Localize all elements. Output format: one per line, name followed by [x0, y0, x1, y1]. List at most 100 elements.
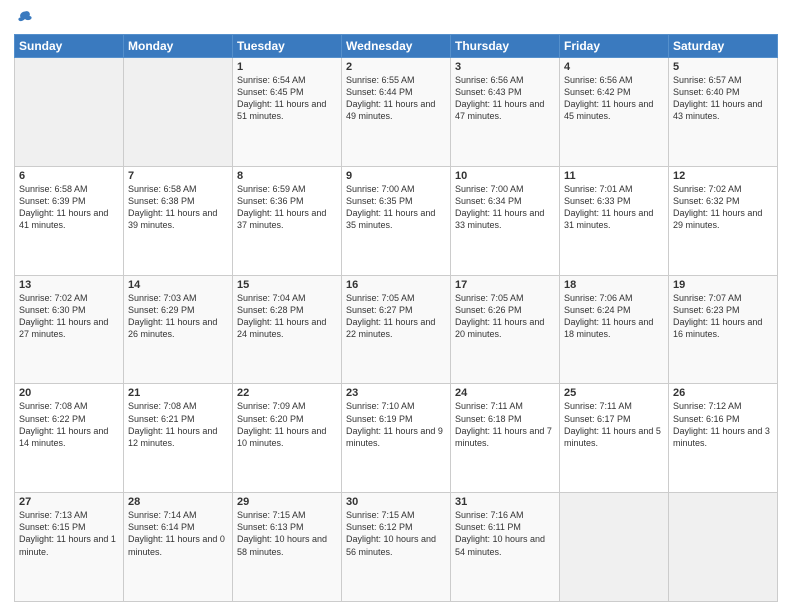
calendar-cell: 3Sunrise: 6:56 AM Sunset: 6:43 PM Daylig… — [451, 58, 560, 167]
day-info: Sunrise: 7:08 AM Sunset: 6:21 PM Dayligh… — [128, 400, 228, 449]
calendar-header-row: SundayMondayTuesdayWednesdayThursdayFrid… — [15, 35, 778, 58]
day-info: Sunrise: 6:58 AM Sunset: 6:39 PM Dayligh… — [19, 183, 119, 232]
day-info: Sunrise: 7:00 AM Sunset: 6:35 PM Dayligh… — [346, 183, 446, 232]
calendar-week-row: 20Sunrise: 7:08 AM Sunset: 6:22 PM Dayli… — [15, 384, 778, 493]
day-info: Sunrise: 7:11 AM Sunset: 6:17 PM Dayligh… — [564, 400, 664, 449]
calendar-cell: 23Sunrise: 7:10 AM Sunset: 6:19 PM Dayli… — [342, 384, 451, 493]
day-info: Sunrise: 6:54 AM Sunset: 6:45 PM Dayligh… — [237, 74, 337, 123]
day-info: Sunrise: 6:55 AM Sunset: 6:44 PM Dayligh… — [346, 74, 446, 123]
day-number: 1 — [237, 61, 337, 73]
calendar-cell: 8Sunrise: 6:59 AM Sunset: 6:36 PM Daylig… — [233, 166, 342, 275]
calendar: SundayMondayTuesdayWednesdayThursdayFrid… — [14, 34, 778, 602]
calendar-cell — [124, 58, 233, 167]
day-info: Sunrise: 7:11 AM Sunset: 6:18 PM Dayligh… — [455, 400, 555, 449]
calendar-week-row: 1Sunrise: 6:54 AM Sunset: 6:45 PM Daylig… — [15, 58, 778, 167]
day-info: Sunrise: 7:10 AM Sunset: 6:19 PM Dayligh… — [346, 400, 446, 449]
page: SundayMondayTuesdayWednesdayThursdayFrid… — [0, 0, 792, 612]
calendar-cell: 7Sunrise: 6:58 AM Sunset: 6:38 PM Daylig… — [124, 166, 233, 275]
calendar-cell: 29Sunrise: 7:15 AM Sunset: 6:13 PM Dayli… — [233, 493, 342, 602]
calendar-week-row: 6Sunrise: 6:58 AM Sunset: 6:39 PM Daylig… — [15, 166, 778, 275]
calendar-header-wednesday: Wednesday — [342, 35, 451, 58]
day-number: 10 — [455, 170, 555, 182]
day-number: 20 — [19, 387, 119, 399]
calendar-cell: 30Sunrise: 7:15 AM Sunset: 6:12 PM Dayli… — [342, 493, 451, 602]
calendar-cell: 18Sunrise: 7:06 AM Sunset: 6:24 PM Dayli… — [560, 275, 669, 384]
day-number: 7 — [128, 170, 228, 182]
day-info: Sunrise: 7:05 AM Sunset: 6:27 PM Dayligh… — [346, 292, 446, 341]
day-number: 27 — [19, 496, 119, 508]
day-info: Sunrise: 7:13 AM Sunset: 6:15 PM Dayligh… — [19, 509, 119, 558]
day-number: 19 — [673, 279, 773, 291]
calendar-cell: 22Sunrise: 7:09 AM Sunset: 6:20 PM Dayli… — [233, 384, 342, 493]
day-info: Sunrise: 7:12 AM Sunset: 6:16 PM Dayligh… — [673, 400, 773, 449]
day-info: Sunrise: 6:59 AM Sunset: 6:36 PM Dayligh… — [237, 183, 337, 232]
calendar-header-tuesday: Tuesday — [233, 35, 342, 58]
calendar-cell: 5Sunrise: 6:57 AM Sunset: 6:40 PM Daylig… — [669, 58, 778, 167]
day-number: 25 — [564, 387, 664, 399]
day-info: Sunrise: 6:58 AM Sunset: 6:38 PM Dayligh… — [128, 183, 228, 232]
day-number: 18 — [564, 279, 664, 291]
day-info: Sunrise: 6:57 AM Sunset: 6:40 PM Dayligh… — [673, 74, 773, 123]
calendar-cell — [560, 493, 669, 602]
day-number: 8 — [237, 170, 337, 182]
calendar-cell: 15Sunrise: 7:04 AM Sunset: 6:28 PM Dayli… — [233, 275, 342, 384]
day-info: Sunrise: 7:15 AM Sunset: 6:12 PM Dayligh… — [346, 509, 446, 558]
calendar-cell: 6Sunrise: 6:58 AM Sunset: 6:39 PM Daylig… — [15, 166, 124, 275]
calendar-cell: 31Sunrise: 7:16 AM Sunset: 6:11 PM Dayli… — [451, 493, 560, 602]
day-info: Sunrise: 7:14 AM Sunset: 6:14 PM Dayligh… — [128, 509, 228, 558]
calendar-cell: 10Sunrise: 7:00 AM Sunset: 6:34 PM Dayli… — [451, 166, 560, 275]
calendar-header-sunday: Sunday — [15, 35, 124, 58]
day-number: 11 — [564, 170, 664, 182]
calendar-cell: 1Sunrise: 6:54 AM Sunset: 6:45 PM Daylig… — [233, 58, 342, 167]
day-number: 26 — [673, 387, 773, 399]
day-number: 9 — [346, 170, 446, 182]
day-info: Sunrise: 7:06 AM Sunset: 6:24 PM Dayligh… — [564, 292, 664, 341]
calendar-cell: 13Sunrise: 7:02 AM Sunset: 6:30 PM Dayli… — [15, 275, 124, 384]
day-info: Sunrise: 6:56 AM Sunset: 6:42 PM Dayligh… — [564, 74, 664, 123]
day-number: 21 — [128, 387, 228, 399]
day-info: Sunrise: 6:56 AM Sunset: 6:43 PM Dayligh… — [455, 74, 555, 123]
day-info: Sunrise: 7:05 AM Sunset: 6:26 PM Dayligh… — [455, 292, 555, 341]
calendar-cell: 17Sunrise: 7:05 AM Sunset: 6:26 PM Dayli… — [451, 275, 560, 384]
calendar-cell — [669, 493, 778, 602]
day-info: Sunrise: 7:01 AM Sunset: 6:33 PM Dayligh… — [564, 183, 664, 232]
calendar-cell: 11Sunrise: 7:01 AM Sunset: 6:33 PM Dayli… — [560, 166, 669, 275]
logo-bird-icon — [16, 10, 34, 28]
calendar-cell: 20Sunrise: 7:08 AM Sunset: 6:22 PM Dayli… — [15, 384, 124, 493]
day-info: Sunrise: 7:16 AM Sunset: 6:11 PM Dayligh… — [455, 509, 555, 558]
calendar-cell: 4Sunrise: 6:56 AM Sunset: 6:42 PM Daylig… — [560, 58, 669, 167]
day-number: 16 — [346, 279, 446, 291]
calendar-week-row: 13Sunrise: 7:02 AM Sunset: 6:30 PM Dayli… — [15, 275, 778, 384]
day-info: Sunrise: 7:02 AM Sunset: 6:30 PM Dayligh… — [19, 292, 119, 341]
day-number: 2 — [346, 61, 446, 73]
calendar-cell: 21Sunrise: 7:08 AM Sunset: 6:21 PM Dayli… — [124, 384, 233, 493]
calendar-cell: 25Sunrise: 7:11 AM Sunset: 6:17 PM Dayli… — [560, 384, 669, 493]
calendar-week-row: 27Sunrise: 7:13 AM Sunset: 6:15 PM Dayli… — [15, 493, 778, 602]
day-number: 28 — [128, 496, 228, 508]
calendar-header-monday: Monday — [124, 35, 233, 58]
calendar-cell: 19Sunrise: 7:07 AM Sunset: 6:23 PM Dayli… — [669, 275, 778, 384]
day-number: 29 — [237, 496, 337, 508]
calendar-cell — [15, 58, 124, 167]
calendar-cell: 28Sunrise: 7:14 AM Sunset: 6:14 PM Dayli… — [124, 493, 233, 602]
calendar-header-thursday: Thursday — [451, 35, 560, 58]
calendar-cell: 27Sunrise: 7:13 AM Sunset: 6:15 PM Dayli… — [15, 493, 124, 602]
day-number: 5 — [673, 61, 773, 73]
day-info: Sunrise: 7:08 AM Sunset: 6:22 PM Dayligh… — [19, 400, 119, 449]
day-number: 17 — [455, 279, 555, 291]
day-number: 12 — [673, 170, 773, 182]
day-number: 31 — [455, 496, 555, 508]
calendar-cell: 24Sunrise: 7:11 AM Sunset: 6:18 PM Dayli… — [451, 384, 560, 493]
header — [14, 10, 778, 28]
day-info: Sunrise: 7:00 AM Sunset: 6:34 PM Dayligh… — [455, 183, 555, 232]
calendar-header-saturday: Saturday — [669, 35, 778, 58]
calendar-cell: 9Sunrise: 7:00 AM Sunset: 6:35 PM Daylig… — [342, 166, 451, 275]
day-info: Sunrise: 7:15 AM Sunset: 6:13 PM Dayligh… — [237, 509, 337, 558]
day-info: Sunrise: 7:02 AM Sunset: 6:32 PM Dayligh… — [673, 183, 773, 232]
day-number: 14 — [128, 279, 228, 291]
day-number: 22 — [237, 387, 337, 399]
day-number: 6 — [19, 170, 119, 182]
calendar-cell: 16Sunrise: 7:05 AM Sunset: 6:27 PM Dayli… — [342, 275, 451, 384]
day-number: 4 — [564, 61, 664, 73]
calendar-cell: 12Sunrise: 7:02 AM Sunset: 6:32 PM Dayli… — [669, 166, 778, 275]
